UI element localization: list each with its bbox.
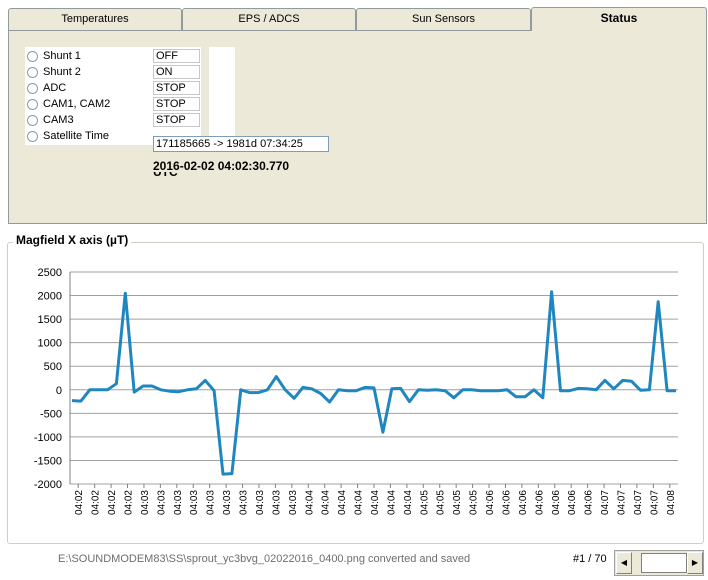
radio-cam3[interactable]: CAM3 <box>25 112 153 128</box>
tab-sun-sensors[interactable]: Sun Sensors <box>356 8 531 30</box>
y-tick-label: -1000 <box>34 432 62 444</box>
x-tick-label: 04:07 <box>616 490 627 515</box>
radio-icon[interactable] <box>27 82 38 94</box>
radio-shunt-2[interactable]: Shunt 2 <box>25 64 153 80</box>
radio-label: Shunt 1 <box>43 50 81 62</box>
x-tick-label: 04:02 <box>107 490 118 515</box>
datetime-zone-label: UTC <box>153 172 193 176</box>
x-tick-label: 04:08 <box>666 490 677 515</box>
x-tick-label: 04:07 <box>600 490 611 515</box>
cam3-value: STOP <box>153 113 200 127</box>
shunt-2-value: ON <box>153 65 200 79</box>
datetime-label: 2016-02-02 04:02:30.770 <box>153 159 290 173</box>
x-tick-label: 04:06 <box>534 490 545 515</box>
radio-cam1-cam2[interactable]: CAM1, CAM2 <box>25 96 153 112</box>
x-tick-label: 04:05 <box>469 490 480 515</box>
y-tick-label: 1500 <box>38 314 62 326</box>
y-tick-label: 500 <box>44 361 62 373</box>
x-tick-label: 04:05 <box>436 490 447 515</box>
magfield-x-chart: 2500 2000 1500 1000 500 0 -500 -1000 -1500 -2000 0… <box>34 267 678 515</box>
tab-eps-adcs[interactable]: EPS / ADCS <box>182 8 356 30</box>
x-tick-label: 04:06 <box>518 490 529 515</box>
column-divider <box>201 47 209 145</box>
radio-icon[interactable] <box>27 98 38 110</box>
radio-icon[interactable] <box>27 66 38 78</box>
x-tick-label: 04:06 <box>485 490 496 515</box>
satellite-time-value: 171185665 -> 1981d 07:34:25 <box>153 136 329 152</box>
radio-label: Satellite Time <box>43 130 110 142</box>
shunt-1-value: OFF <box>153 49 200 63</box>
x-tick-label: 04:03 <box>156 490 167 515</box>
radio-icon[interactable] <box>27 114 38 126</box>
arrow-left-icon[interactable]: ◀ <box>616 552 632 574</box>
y-tick-label: -1500 <box>34 455 62 467</box>
x-tick-label: 04:03 <box>173 490 184 515</box>
radio-label: CAM1, CAM2 <box>43 98 111 110</box>
y-tick-label: 1000 <box>38 338 62 350</box>
x-tick-label: 04:04 <box>304 490 315 515</box>
status-panel: Shunt 1 Shunt 2 ADC CAM1, CAM2 CAM3 Sate… <box>8 30 707 224</box>
x-tick-label: 04:04 <box>386 490 397 515</box>
radio-satellite-time[interactable]: Satellite Time <box>25 128 153 144</box>
x-tick-label: 04:03 <box>255 490 266 515</box>
page-scrollbar[interactable]: ◀ ▶ <box>614 550 704 576</box>
y-tick-label: -2000 <box>34 479 62 491</box>
x-tick-label: 04:03 <box>271 490 282 515</box>
cam1-cam2-value: STOP <box>153 97 200 111</box>
x-tick-label: 04:06 <box>567 490 578 515</box>
magfield-group-title: Magfield X axis (µT) <box>13 233 132 247</box>
x-tick-label: 04:03 <box>222 490 233 515</box>
tab-status[interactable]: Status <box>531 7 707 31</box>
x-tick-label: 04:04 <box>321 490 332 515</box>
y-tick-label: 0 <box>56 385 62 397</box>
x-tick-label: 04:02 <box>91 490 102 515</box>
x-tick-label: 04:03 <box>206 490 217 515</box>
x-tick-label: 04:04 <box>354 490 365 515</box>
page-indicator: #1 / 70 <box>573 553 607 565</box>
x-tick-label: 04:05 <box>452 490 463 515</box>
arrow-right-icon[interactable]: ▶ <box>687 552 703 574</box>
radio-label: CAM3 <box>43 114 74 126</box>
status-bar-text: E:\SOUNDMODEM83\SS\sprout_yc3bvg_0202201… <box>58 553 471 565</box>
y-tick-label: -500 <box>40 408 62 420</box>
x-tick-label: 04:03 <box>140 490 151 515</box>
tab-temperatures[interactable]: Temperatures <box>8 8 182 30</box>
x-tick-label: 04:02 <box>74 490 85 515</box>
x-tick-label: 04:04 <box>403 490 414 515</box>
x-tick-label: 04:05 <box>419 490 430 515</box>
x-tick-label: 04:06 <box>584 490 595 515</box>
x-tick-label: 04:06 <box>501 490 512 515</box>
radio-shunt-1[interactable]: Shunt 1 <box>25 48 153 64</box>
y-tick-label: 2000 <box>38 291 62 303</box>
radio-label: Shunt 2 <box>43 66 81 78</box>
y-tick-label: 2500 <box>38 267 62 279</box>
radio-icon[interactable] <box>27 130 38 142</box>
x-tick-label: 04:03 <box>239 490 250 515</box>
x-tick-label: 04:07 <box>649 490 660 515</box>
status-radio-list: Shunt 1 Shunt 2 ADC CAM1, CAM2 CAM3 Sate… <box>25 47 153 145</box>
radio-adc[interactable]: ADC <box>25 80 153 96</box>
status-value-column: OFF ON STOP STOP STOP <box>153 47 235 145</box>
x-tick-label: 04:06 <box>551 490 562 515</box>
radio-label: ADC <box>43 82 67 94</box>
x-tick-label: 04:03 <box>288 490 299 515</box>
radio-icon[interactable] <box>27 50 38 62</box>
scrollbar-thumb[interactable] <box>641 553 687 573</box>
adc-value: STOP <box>153 81 200 95</box>
x-tick-label: 04:07 <box>633 490 644 515</box>
x-tick-label: 04:03 <box>189 490 200 515</box>
x-tick-label: 04:04 <box>337 490 348 515</box>
x-tick-label: 04:04 <box>370 490 381 515</box>
x-tick-label: 04:02 <box>124 490 135 515</box>
tab-control: Temperatures EPS / ADCS Sun Sensors Stat… <box>8 7 708 224</box>
